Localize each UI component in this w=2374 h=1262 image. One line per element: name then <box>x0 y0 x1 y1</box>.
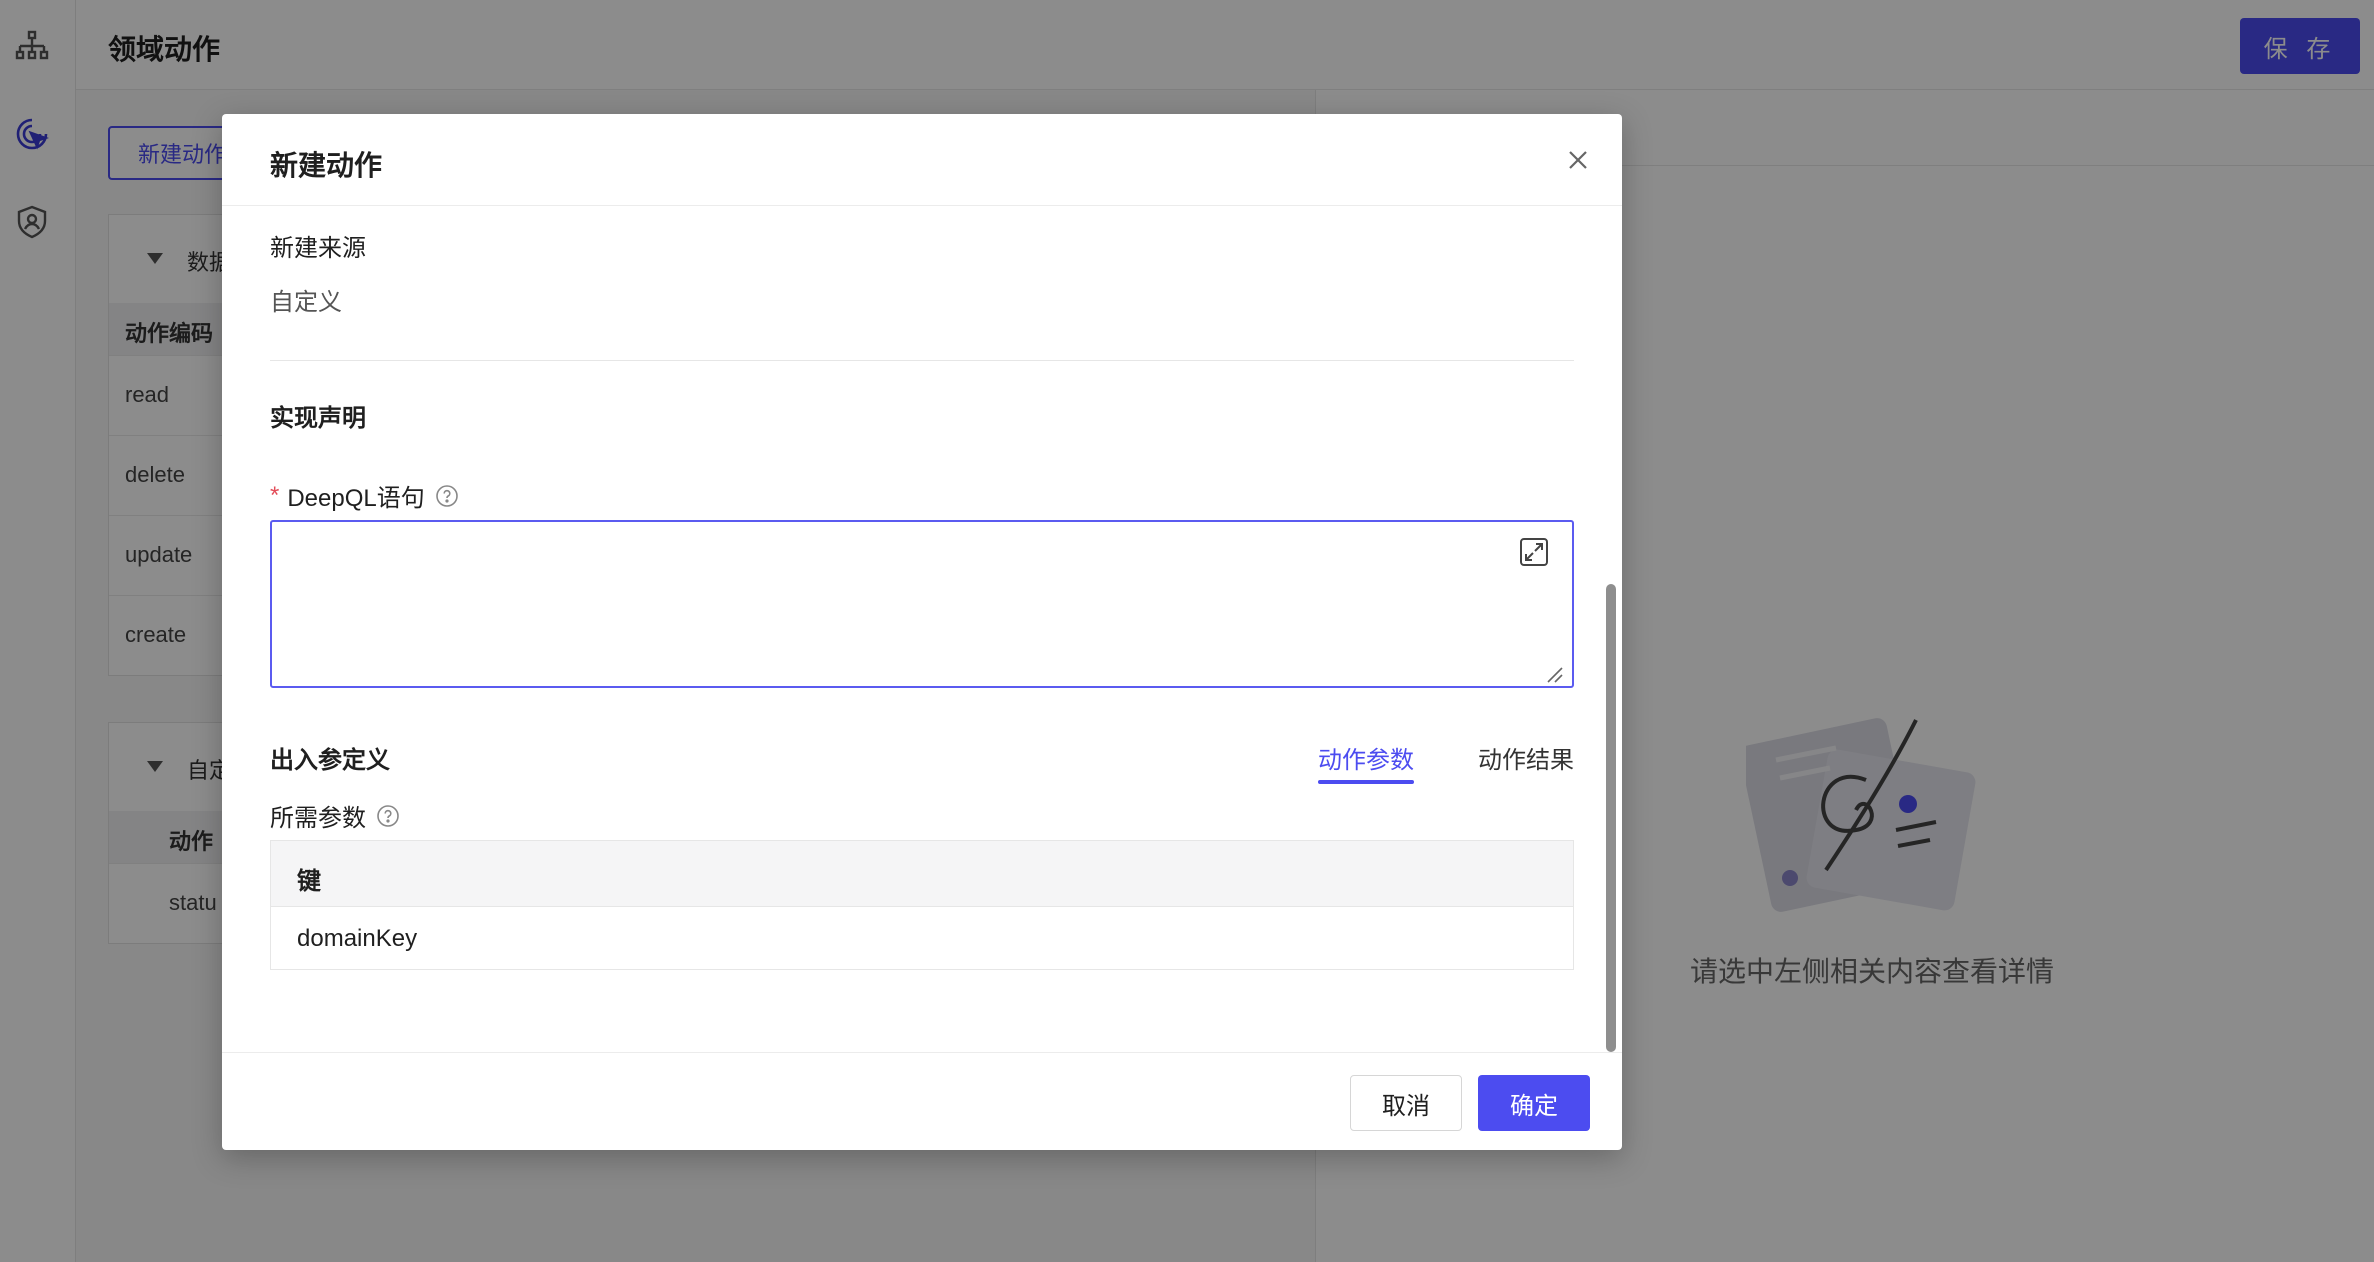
modal-footer: 取消 确定 <box>222 1052 1622 1150</box>
deepql-label-text: DeepQL语句 <box>287 485 425 512</box>
modal-body: 新建来源 自定义 实现声明 * DeepQL语句 出入参定义 动作参数 动作结果 <box>222 206 1622 1054</box>
modal-title: 新建动作 <box>270 150 383 181</box>
deepql-input[interactable] <box>270 520 1574 688</box>
resize-handle-icon[interactable] <box>1544 664 1564 684</box>
expand-icon[interactable] <box>1518 536 1550 568</box>
params-table: 键 domainKey <box>270 840 1574 970</box>
modal-scrollbar[interactable] <box>1606 584 1616 1052</box>
modal-header: 新建动作 <box>222 114 1622 206</box>
deepql-label: * DeepQL语句 <box>270 478 459 513</box>
active-tab-indicator <box>1318 780 1414 784</box>
required-params-label: 所需参数 <box>270 798 400 833</box>
section-divider <box>270 360 1574 361</box>
table-row[interactable]: domainKey <box>271 907 1573 969</box>
required-mark: * <box>270 481 280 509</box>
table-header-key: 键 <box>271 841 1573 907</box>
confirm-button[interactable]: 确定 <box>1478 1075 1590 1131</box>
help-circle-icon[interactable] <box>376 804 400 828</box>
impl-section-title: 实现声明 <box>270 405 366 432</box>
help-circle-icon[interactable] <box>435 484 459 508</box>
source-label: 新建来源 <box>270 235 366 262</box>
cancel-button[interactable]: 取消 <box>1350 1075 1462 1131</box>
new-action-modal: 新建动作 新建来源 自定义 实现声明 * DeepQL语句 出入参定义 动作参数… <box>222 114 1622 1150</box>
close-icon[interactable] <box>1564 146 1592 174</box>
source-value: 自定义 <box>270 289 342 316</box>
tab-action-result[interactable]: 动作结果 <box>1478 740 1574 775</box>
tab-action-params[interactable]: 动作参数 <box>1318 740 1414 775</box>
required-params-text: 所需参数 <box>270 805 366 832</box>
io-section-title: 出入参定义 <box>270 747 390 774</box>
